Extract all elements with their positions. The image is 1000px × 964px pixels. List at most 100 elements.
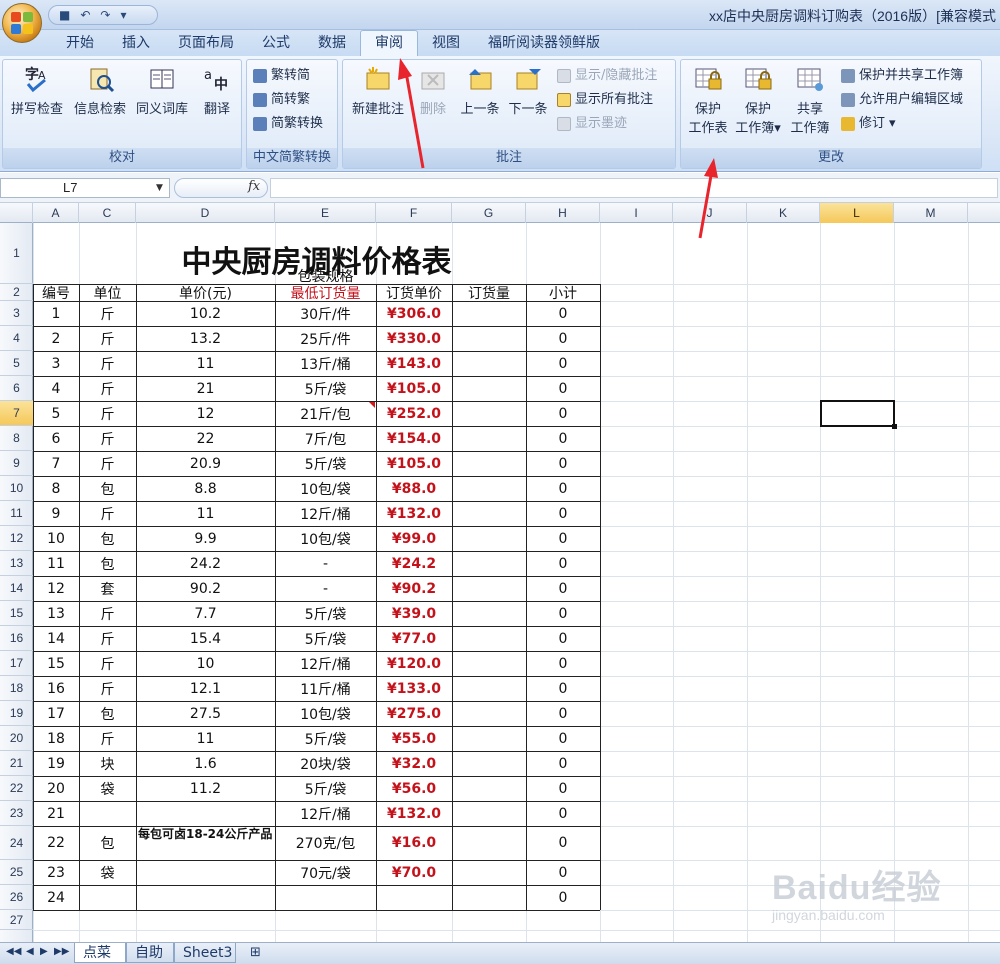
- cell-f14[interactable]: ¥90.2: [376, 576, 452, 601]
- cell-h17[interactable]: 0: [526, 651, 600, 676]
- header-a[interactable]: 编号: [33, 284, 79, 302]
- row-header-5[interactable]: 5: [0, 351, 33, 376]
- row-header-22[interactable]: 22: [0, 776, 33, 801]
- row-header-24[interactable]: 24: [0, 826, 33, 860]
- row-header-17[interactable]: 17: [0, 651, 33, 676]
- cell-e15[interactable]: 5斤/袋: [275, 601, 376, 626]
- cell-g5[interactable]: [452, 351, 526, 376]
- cell-e5[interactable]: 13斤/桶: [275, 351, 376, 376]
- quick-access-toolbar[interactable]: ■ ↶ ↷ ▾: [48, 5, 158, 25]
- cell-g24[interactable]: [452, 826, 526, 860]
- cell-d11[interactable]: 11: [136, 501, 275, 526]
- cell-c27[interactable]: [79, 910, 136, 930]
- cell-f25[interactable]: ¥70.0: [376, 860, 452, 885]
- cell-d25[interactable]: [136, 860, 275, 885]
- tab-3[interactable]: 公式: [248, 30, 304, 56]
- cell-d18[interactable]: 12.1: [136, 676, 275, 701]
- cell-f27[interactable]: [376, 910, 452, 930]
- insert-function-icon[interactable]: fx: [248, 179, 260, 194]
- cell-f4[interactable]: ¥330.0: [376, 326, 452, 351]
- cell-g26[interactable]: [452, 885, 526, 910]
- spell-check-button[interactable]: 字A 拼写检查: [7, 64, 67, 117]
- header-d[interactable]: 单价(元): [136, 284, 275, 302]
- cell-c4[interactable]: 斤: [79, 326, 136, 351]
- protect-and-share-button[interactable]: 保护并共享工作簿: [841, 66, 963, 86]
- cell-d3[interactable]: 10.2: [136, 301, 275, 326]
- cell-a24[interactable]: 22: [33, 826, 79, 860]
- cell-a16[interactable]: 14: [33, 626, 79, 651]
- row-header-14[interactable]: 14: [0, 576, 33, 601]
- cell-g3[interactable]: [452, 301, 526, 326]
- tab-0[interactable]: 开始: [52, 30, 108, 56]
- cell-e21[interactable]: 20块/袋: [275, 751, 376, 776]
- cell-c18[interactable]: 斤: [79, 676, 136, 701]
- cell-f5[interactable]: ¥143.0: [376, 351, 452, 376]
- row-header-3[interactable]: 3: [0, 301, 33, 326]
- trad-to-simp-button[interactable]: 繁转简: [253, 66, 310, 86]
- row-header-13[interactable]: 13: [0, 551, 33, 576]
- header-c[interactable]: 单位: [79, 284, 136, 302]
- cell-e24[interactable]: 270克/包: [275, 826, 376, 860]
- cell-h22[interactable]: 0: [526, 776, 600, 801]
- cell-h4[interactable]: 0: [526, 326, 600, 351]
- row-header-16[interactable]: 16: [0, 626, 33, 651]
- cell-f24[interactable]: ¥16.0: [376, 826, 452, 860]
- previous-comment-button[interactable]: 上一条: [457, 64, 503, 117]
- cell-c23[interactable]: [79, 801, 136, 826]
- cell-e6[interactable]: 5斤/袋: [275, 376, 376, 401]
- cell-g8[interactable]: [452, 426, 526, 451]
- row-header-4[interactable]: 4: [0, 326, 33, 351]
- share-workbook-button[interactable]: 共享 工作簿: [785, 64, 835, 136]
- cell-a21[interactable]: 19: [33, 751, 79, 776]
- row-header-18[interactable]: 18: [0, 676, 33, 701]
- tab-4[interactable]: 数据: [304, 30, 360, 56]
- column-header-E[interactable]: E: [275, 203, 376, 223]
- column-header-C[interactable]: C: [79, 203, 136, 223]
- selected-cell[interactable]: [820, 400, 897, 429]
- tab-2[interactable]: 页面布局: [164, 30, 248, 56]
- cell-h19[interactable]: 0: [526, 701, 600, 726]
- cell-e8[interactable]: 7斤/包: [275, 426, 376, 451]
- cell-d13[interactable]: 24.2: [136, 551, 275, 576]
- cell-e26[interactable]: [275, 885, 376, 910]
- cell-h14[interactable]: 0: [526, 576, 600, 601]
- row-header-21[interactable]: 21: [0, 751, 33, 776]
- cell-h11[interactable]: 0: [526, 501, 600, 526]
- column-header-K[interactable]: K: [747, 203, 820, 223]
- header-h[interactable]: 小计: [526, 284, 600, 302]
- cell-a7[interactable]: 5: [33, 401, 79, 426]
- cell-h25[interactable]: 0: [526, 860, 600, 885]
- cell-c3[interactable]: 斤: [79, 301, 136, 326]
- cell-c8[interactable]: 斤: [79, 426, 136, 451]
- cell-h7[interactable]: 0: [526, 401, 600, 426]
- cell-f9[interactable]: ¥105.0: [376, 451, 452, 476]
- cell-h5[interactable]: 0: [526, 351, 600, 376]
- cell-a11[interactable]: 9: [33, 501, 79, 526]
- cell-d6[interactable]: 21: [136, 376, 275, 401]
- column-header-D[interactable]: D: [136, 203, 275, 223]
- cell-c21[interactable]: 块: [79, 751, 136, 776]
- cell-a9[interactable]: 7: [33, 451, 79, 476]
- cell-g7[interactable]: [452, 401, 526, 426]
- column-header-A[interactable]: A: [33, 203, 79, 223]
- cell-h27[interactable]: [526, 910, 600, 930]
- cell-f21[interactable]: ¥32.0: [376, 751, 452, 776]
- cell-e25[interactable]: 70元/袋: [275, 860, 376, 885]
- cell-g18[interactable]: [452, 676, 526, 701]
- next-sheet-icon[interactable]: ▶: [40, 946, 48, 957]
- chinese-convert-button[interactable]: 简繁转换: [253, 114, 323, 134]
- name-box[interactable]: L7: [0, 178, 170, 198]
- cell-d15[interactable]: 7.7: [136, 601, 275, 626]
- cell-a17[interactable]: 15: [33, 651, 79, 676]
- cell-d12[interactable]: 9.9: [136, 526, 275, 551]
- cell-h8[interactable]: 0: [526, 426, 600, 451]
- cell-g22[interactable]: [452, 776, 526, 801]
- cell-f15[interactable]: ¥39.0: [376, 601, 452, 626]
- cell-a10[interactable]: 8: [33, 476, 79, 501]
- cell-g10[interactable]: [452, 476, 526, 501]
- cell-f12[interactable]: ¥99.0: [376, 526, 452, 551]
- cell-f11[interactable]: ¥132.0: [376, 501, 452, 526]
- cell-d21[interactable]: 1.6: [136, 751, 275, 776]
- row-header-27[interactable]: 27: [0, 910, 33, 930]
- row-header-11[interactable]: 11: [0, 501, 33, 526]
